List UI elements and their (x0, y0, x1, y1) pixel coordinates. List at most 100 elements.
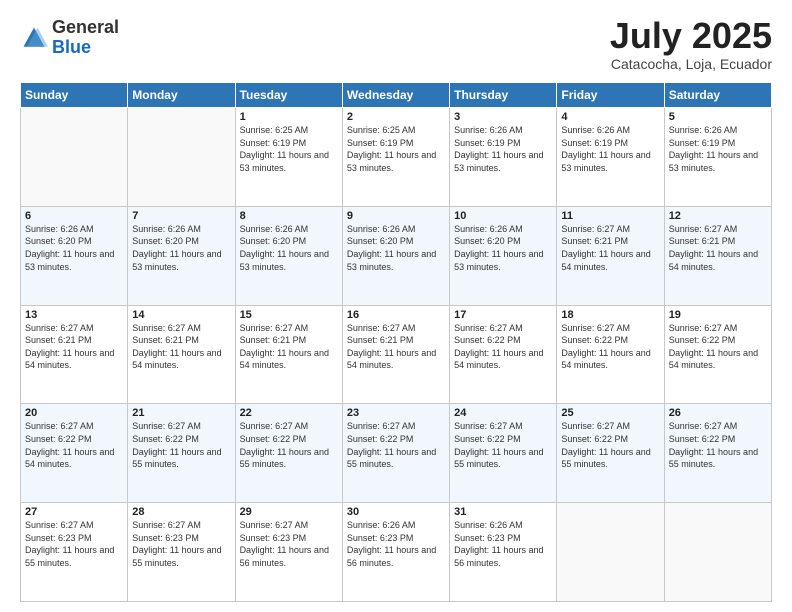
calendar-day-cell: 5Sunrise: 6:26 AM Sunset: 6:19 PM Daylig… (664, 108, 771, 207)
calendar-day-cell: 1Sunrise: 6:25 AM Sunset: 6:19 PM Daylig… (235, 108, 342, 207)
day-number: 28 (132, 506, 230, 518)
calendar-week-row: 1Sunrise: 6:25 AM Sunset: 6:19 PM Daylig… (21, 108, 772, 207)
calendar-day-cell: 13Sunrise: 6:27 AM Sunset: 6:21 PM Dayli… (21, 305, 128, 404)
calendar-day-cell: 12Sunrise: 6:27 AM Sunset: 6:21 PM Dayli… (664, 206, 771, 305)
day-info: Sunrise: 6:27 AM Sunset: 6:21 PM Dayligh… (347, 322, 445, 372)
day-number: 8 (240, 210, 338, 222)
day-number: 23 (347, 407, 445, 419)
calendar-day-cell: 11Sunrise: 6:27 AM Sunset: 6:21 PM Dayli… (557, 206, 664, 305)
day-info: Sunrise: 6:26 AM Sunset: 6:19 PM Dayligh… (561, 124, 659, 174)
day-info: Sunrise: 6:25 AM Sunset: 6:19 PM Dayligh… (240, 124, 338, 174)
day-info: Sunrise: 6:26 AM Sunset: 6:19 PM Dayligh… (454, 124, 552, 174)
day-number: 21 (132, 407, 230, 419)
calendar-day-cell: 2Sunrise: 6:25 AM Sunset: 6:19 PM Daylig… (342, 108, 449, 207)
day-info: Sunrise: 6:27 AM Sunset: 6:22 PM Dayligh… (561, 322, 659, 372)
weekday-header-cell: Sunday (21, 83, 128, 108)
calendar-day-cell: 10Sunrise: 6:26 AM Sunset: 6:20 PM Dayli… (450, 206, 557, 305)
day-info: Sunrise: 6:26 AM Sunset: 6:20 PM Dayligh… (454, 223, 552, 273)
calendar-day-cell: 24Sunrise: 6:27 AM Sunset: 6:22 PM Dayli… (450, 404, 557, 503)
location: Catacocha, Loja, Ecuador (610, 56, 772, 72)
calendar-day-cell (664, 503, 771, 602)
calendar-day-cell: 25Sunrise: 6:27 AM Sunset: 6:22 PM Dayli… (557, 404, 664, 503)
day-info: Sunrise: 6:27 AM Sunset: 6:23 PM Dayligh… (240, 519, 338, 569)
day-info: Sunrise: 6:26 AM Sunset: 6:20 PM Dayligh… (240, 223, 338, 273)
logo-icon (20, 24, 48, 52)
day-number: 3 (454, 111, 552, 123)
day-info: Sunrise: 6:27 AM Sunset: 6:22 PM Dayligh… (669, 322, 767, 372)
day-number: 13 (25, 309, 123, 321)
day-info: Sunrise: 6:27 AM Sunset: 6:23 PM Dayligh… (25, 519, 123, 569)
day-number: 17 (454, 309, 552, 321)
calendar-day-cell: 9Sunrise: 6:26 AM Sunset: 6:20 PM Daylig… (342, 206, 449, 305)
calendar-day-cell: 17Sunrise: 6:27 AM Sunset: 6:22 PM Dayli… (450, 305, 557, 404)
calendar-day-cell (557, 503, 664, 602)
weekday-header-cell: Tuesday (235, 83, 342, 108)
calendar-week-row: 27Sunrise: 6:27 AM Sunset: 6:23 PM Dayli… (21, 503, 772, 602)
day-info: Sunrise: 6:26 AM Sunset: 6:23 PM Dayligh… (347, 519, 445, 569)
day-info: Sunrise: 6:27 AM Sunset: 6:22 PM Dayligh… (132, 420, 230, 470)
day-number: 12 (669, 210, 767, 222)
day-info: Sunrise: 6:27 AM Sunset: 6:21 PM Dayligh… (669, 223, 767, 273)
calendar-day-cell: 29Sunrise: 6:27 AM Sunset: 6:23 PM Dayli… (235, 503, 342, 602)
logo-blue-text: Blue (52, 37, 91, 57)
month-title: July 2025 (610, 18, 772, 54)
day-info: Sunrise: 6:27 AM Sunset: 6:22 PM Dayligh… (561, 420, 659, 470)
day-info: Sunrise: 6:26 AM Sunset: 6:23 PM Dayligh… (454, 519, 552, 569)
day-info: Sunrise: 6:27 AM Sunset: 6:21 PM Dayligh… (132, 322, 230, 372)
day-info: Sunrise: 6:27 AM Sunset: 6:22 PM Dayligh… (454, 322, 552, 372)
header: General Blue July 2025 Catacocha, Loja, … (20, 18, 772, 72)
calendar-day-cell: 18Sunrise: 6:27 AM Sunset: 6:22 PM Dayli… (557, 305, 664, 404)
calendar-day-cell: 4Sunrise: 6:26 AM Sunset: 6:19 PM Daylig… (557, 108, 664, 207)
weekday-header-cell: Monday (128, 83, 235, 108)
calendar-day-cell: 3Sunrise: 6:26 AM Sunset: 6:19 PM Daylig… (450, 108, 557, 207)
calendar-week-row: 6Sunrise: 6:26 AM Sunset: 6:20 PM Daylig… (21, 206, 772, 305)
calendar-day-cell (128, 108, 235, 207)
day-info: Sunrise: 6:27 AM Sunset: 6:21 PM Dayligh… (240, 322, 338, 372)
calendar-day-cell: 27Sunrise: 6:27 AM Sunset: 6:23 PM Dayli… (21, 503, 128, 602)
calendar-day-cell: 31Sunrise: 6:26 AM Sunset: 6:23 PM Dayli… (450, 503, 557, 602)
day-number: 25 (561, 407, 659, 419)
day-info: Sunrise: 6:26 AM Sunset: 6:20 PM Dayligh… (347, 223, 445, 273)
calendar-day-cell (21, 108, 128, 207)
day-info: Sunrise: 6:27 AM Sunset: 6:21 PM Dayligh… (25, 322, 123, 372)
weekday-header-cell: Wednesday (342, 83, 449, 108)
calendar-day-cell: 6Sunrise: 6:26 AM Sunset: 6:20 PM Daylig… (21, 206, 128, 305)
weekday-header-cell: Thursday (450, 83, 557, 108)
day-info: Sunrise: 6:26 AM Sunset: 6:20 PM Dayligh… (25, 223, 123, 273)
day-number: 4 (561, 111, 659, 123)
calendar-day-cell: 14Sunrise: 6:27 AM Sunset: 6:21 PM Dayli… (128, 305, 235, 404)
calendar-day-cell: 15Sunrise: 6:27 AM Sunset: 6:21 PM Dayli… (235, 305, 342, 404)
day-info: Sunrise: 6:27 AM Sunset: 6:22 PM Dayligh… (347, 420, 445, 470)
day-number: 19 (669, 309, 767, 321)
calendar-day-cell: 16Sunrise: 6:27 AM Sunset: 6:21 PM Dayli… (342, 305, 449, 404)
calendar-day-cell: 19Sunrise: 6:27 AM Sunset: 6:22 PM Dayli… (664, 305, 771, 404)
day-info: Sunrise: 6:26 AM Sunset: 6:19 PM Dayligh… (669, 124, 767, 174)
weekday-header-cell: Friday (557, 83, 664, 108)
day-info: Sunrise: 6:25 AM Sunset: 6:19 PM Dayligh… (347, 124, 445, 174)
calendar-day-cell: 21Sunrise: 6:27 AM Sunset: 6:22 PM Dayli… (128, 404, 235, 503)
calendar-day-cell: 28Sunrise: 6:27 AM Sunset: 6:23 PM Dayli… (128, 503, 235, 602)
day-info: Sunrise: 6:27 AM Sunset: 6:22 PM Dayligh… (25, 420, 123, 470)
day-number: 16 (347, 309, 445, 321)
day-number: 31 (454, 506, 552, 518)
title-block: July 2025 Catacocha, Loja, Ecuador (610, 18, 772, 72)
calendar-day-cell: 20Sunrise: 6:27 AM Sunset: 6:22 PM Dayli… (21, 404, 128, 503)
logo: General Blue (20, 18, 119, 58)
day-number: 26 (669, 407, 767, 419)
calendar-day-cell: 8Sunrise: 6:26 AM Sunset: 6:20 PM Daylig… (235, 206, 342, 305)
day-number: 9 (347, 210, 445, 222)
day-number: 18 (561, 309, 659, 321)
day-info: Sunrise: 6:27 AM Sunset: 6:22 PM Dayligh… (240, 420, 338, 470)
calendar-page: General Blue July 2025 Catacocha, Loja, … (0, 0, 792, 612)
day-number: 15 (240, 309, 338, 321)
day-number: 14 (132, 309, 230, 321)
day-info: Sunrise: 6:27 AM Sunset: 6:22 PM Dayligh… (454, 420, 552, 470)
day-number: 2 (347, 111, 445, 123)
day-info: Sunrise: 6:27 AM Sunset: 6:21 PM Dayligh… (561, 223, 659, 273)
logo-text: General Blue (52, 18, 119, 58)
day-number: 11 (561, 210, 659, 222)
day-number: 30 (347, 506, 445, 518)
calendar-day-cell: 22Sunrise: 6:27 AM Sunset: 6:22 PM Dayli… (235, 404, 342, 503)
day-number: 29 (240, 506, 338, 518)
logo-general-text: General (52, 17, 119, 37)
